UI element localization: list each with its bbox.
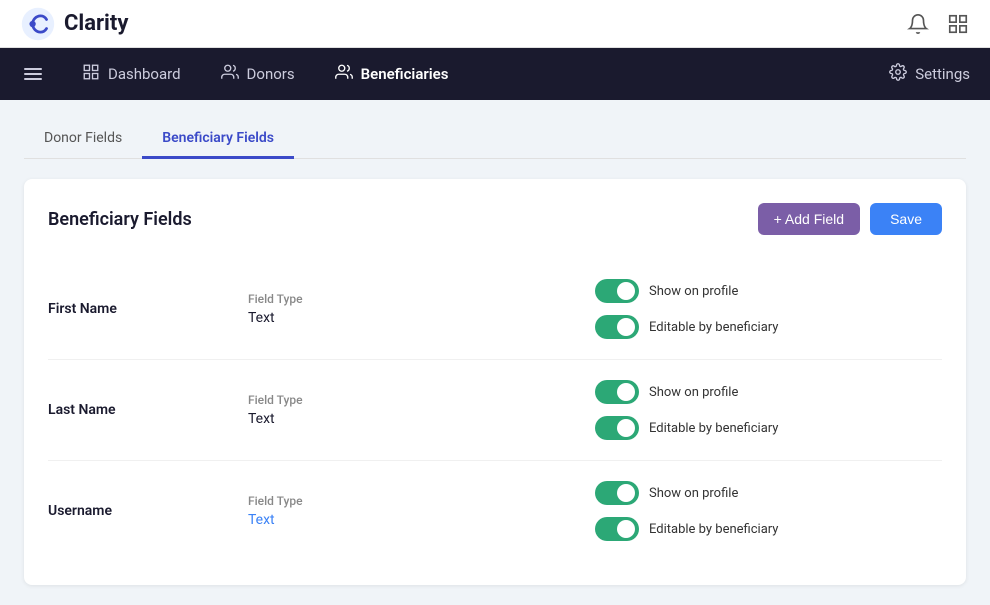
editable-by-beneficiary-toggle[interactable] bbox=[595, 517, 639, 541]
editable-by-beneficiary-row: Editable by beneficiary bbox=[595, 517, 942, 541]
show-on-profile-label: Show on profile bbox=[649, 284, 738, 299]
editable-by-beneficiary-row: Editable by beneficiary bbox=[595, 315, 942, 339]
show-on-profile-label: Show on profile bbox=[649, 385, 738, 400]
donors-icon bbox=[221, 63, 239, 85]
field-type-area: Field Type Text bbox=[248, 494, 595, 528]
field-type-label: Field Type bbox=[248, 393, 595, 407]
card-header: Beneficiary Fields + Add Field Save bbox=[48, 203, 942, 235]
tabs: Donor Fields Beneficiary Fields bbox=[24, 120, 966, 159]
field-toggles: Show on profile Editable by beneficiary bbox=[595, 481, 942, 541]
nav-settings[interactable]: Settings bbox=[889, 63, 970, 85]
show-on-profile-toggle[interactable] bbox=[595, 481, 639, 505]
notification-icon[interactable] bbox=[906, 12, 930, 36]
field-type-value: Text bbox=[248, 310, 595, 326]
show-on-profile-row: Show on profile bbox=[595, 279, 942, 303]
table-row: UsernameField Type Text Show on profile Edi… bbox=[48, 461, 942, 561]
field-toggles: Show on profile Editable by beneficiary bbox=[595, 279, 942, 339]
dashboard-icon bbox=[82, 63, 100, 85]
field-name: First Name bbox=[48, 301, 248, 317]
editable-by-beneficiary-label: Editable by beneficiary bbox=[649, 320, 778, 335]
show-on-profile-toggle[interactable] bbox=[595, 279, 639, 303]
content-area: Donor Fields Beneficiary Fields Benefici… bbox=[0, 100, 990, 605]
dashboard-label: Dashboard bbox=[108, 65, 181, 83]
editable-by-beneficiary-label: Editable by beneficiary bbox=[649, 421, 778, 436]
save-button[interactable]: Save bbox=[870, 203, 942, 235]
settings-icon bbox=[889, 63, 907, 85]
grid-icon[interactable] bbox=[946, 12, 970, 36]
card-title: Beneficiary Fields bbox=[48, 209, 192, 230]
field-type-area: Field Type Text bbox=[248, 393, 595, 427]
field-type-value: Text bbox=[248, 411, 595, 427]
show-on-profile-label: Show on profile bbox=[649, 486, 738, 501]
field-name: Username bbox=[48, 503, 248, 519]
beneficiary-fields-card: Beneficiary Fields + Add Field Save Firs… bbox=[24, 179, 966, 585]
field-name: Last Name bbox=[48, 402, 248, 418]
hamburger-icon bbox=[24, 68, 42, 80]
topbar: Clarity bbox=[0, 0, 990, 48]
nav-item-hamburger[interactable] bbox=[20, 62, 46, 86]
navbar: Dashboard Donors bbox=[0, 48, 990, 100]
logo: Clarity bbox=[20, 6, 128, 42]
add-field-button[interactable]: + Add Field bbox=[758, 203, 860, 235]
table-row: First NameField Type Text Show on profile E… bbox=[48, 259, 942, 360]
sidebar-item-dashboard[interactable]: Dashboard bbox=[78, 57, 185, 91]
table-row: Last NameField Type Text Show on profile Ed… bbox=[48, 360, 942, 461]
editable-by-beneficiary-toggle[interactable] bbox=[595, 315, 639, 339]
field-type-value: Text bbox=[248, 512, 595, 528]
field-type-label: Field Type bbox=[248, 292, 595, 306]
tab-donor-fields[interactable]: Donor Fields bbox=[24, 120, 142, 159]
nav-left: Dashboard Donors bbox=[20, 57, 452, 91]
field-type-label: Field Type bbox=[248, 494, 595, 508]
sidebar-item-donors[interactable]: Donors bbox=[217, 57, 299, 91]
editable-by-beneficiary-row: Editable by beneficiary bbox=[595, 416, 942, 440]
donors-label: Donors bbox=[247, 65, 295, 83]
logo-icon bbox=[20, 6, 56, 42]
show-on-profile-row: Show on profile bbox=[595, 481, 942, 505]
editable-by-beneficiary-label: Editable by beneficiary bbox=[649, 522, 778, 537]
field-type-area: Field Type Text bbox=[248, 292, 595, 326]
tab-beneficiary-fields[interactable]: Beneficiary Fields bbox=[142, 120, 294, 159]
editable-by-beneficiary-toggle[interactable] bbox=[595, 416, 639, 440]
settings-label: Settings bbox=[915, 65, 970, 83]
show-on-profile-row: Show on profile bbox=[595, 380, 942, 404]
show-on-profile-toggle[interactable] bbox=[595, 380, 639, 404]
card-actions: + Add Field Save bbox=[758, 203, 942, 235]
beneficiaries-icon bbox=[335, 63, 353, 85]
fields-container: First NameField TypeTextShow on profileE… bbox=[48, 259, 942, 561]
beneficiaries-label: Beneficiaries bbox=[361, 65, 449, 83]
field-toggles: Show on profile Editable by beneficiary bbox=[595, 380, 942, 440]
sidebar-item-beneficiaries[interactable]: Beneficiaries bbox=[331, 57, 453, 91]
app-name: Clarity bbox=[64, 11, 128, 36]
topbar-icons bbox=[906, 12, 970, 36]
